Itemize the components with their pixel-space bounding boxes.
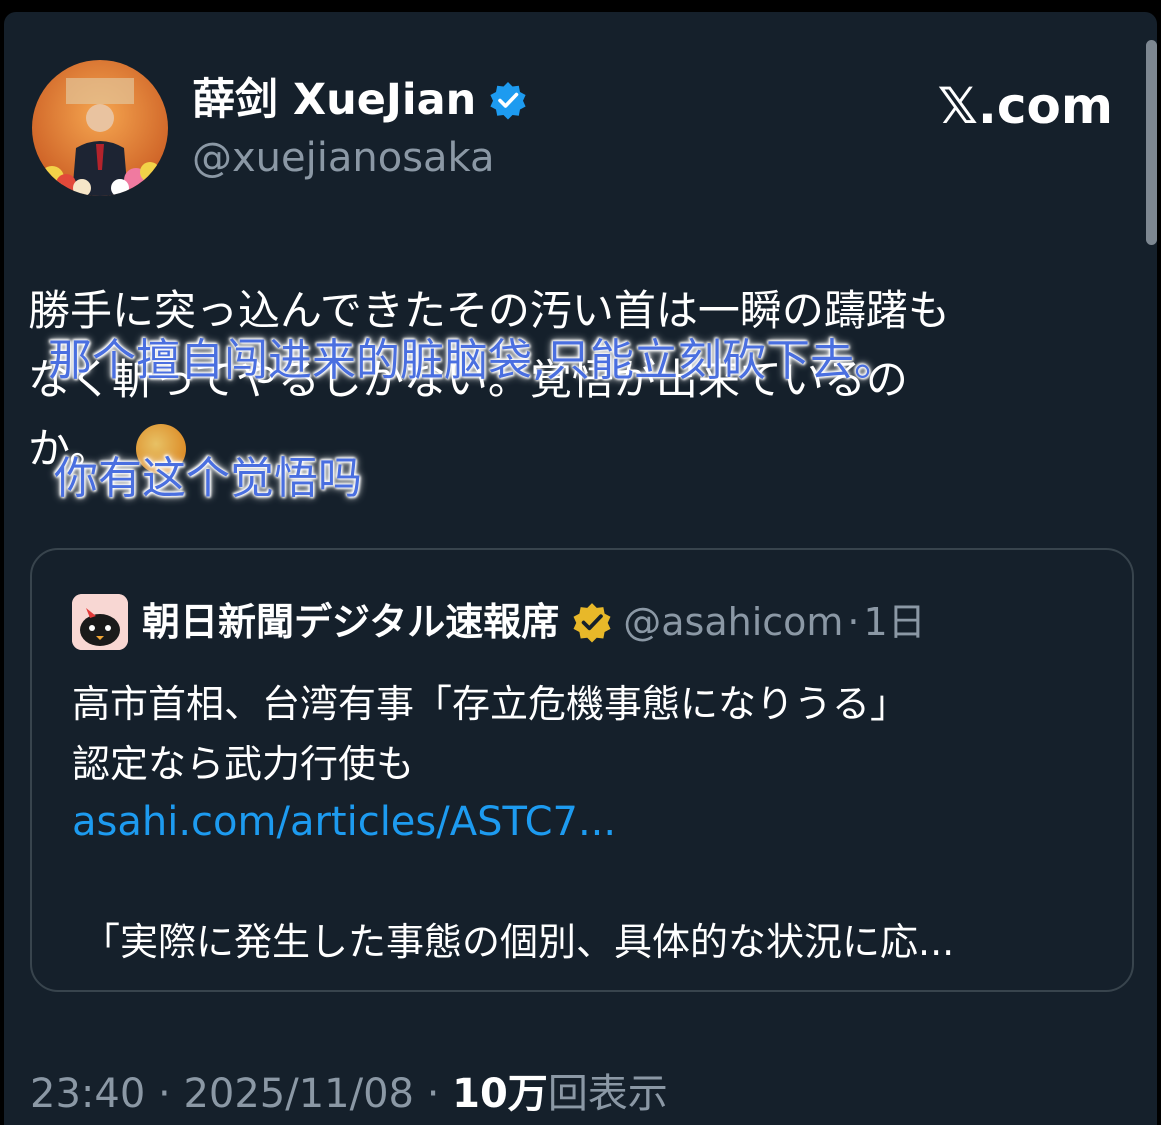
quoted-author-name[interactable]: 朝日新聞デジタル速報席 xyxy=(142,594,559,650)
translation-overlay-line-2: 你有这个觉悟吗 xyxy=(54,453,362,504)
quoted-handle[interactable]: @asahicom xyxy=(623,594,843,650)
quoted-tweet[interactable]: 朝日新聞デジタル速報席 @asahicom · 1日 高市首相、台湾有事「存立危… xyxy=(30,548,1134,992)
tweet-card: 薛剑 XueJian @xuejianosaka 𝕏.com 勝手に突っ込んでき… xyxy=(4,12,1157,1125)
quoted-avatar[interactable] xyxy=(72,594,128,650)
quoted-excerpt: 「実際に発生した事態の個別、具体的な状況に応... xyxy=(82,920,955,964)
quoted-header: 朝日新聞デジタル速報席 @asahicom · 1日 xyxy=(142,594,926,650)
verified-badge-icon xyxy=(490,82,526,120)
footer-dot: · xyxy=(158,1071,171,1117)
quoted-time[interactable]: 1日 xyxy=(864,594,926,650)
tweet-footer: 23:40 · 2025/11/08 · 10万回表示 xyxy=(30,1066,668,1122)
quoted-separator: · xyxy=(847,600,860,644)
author-name[interactable]: 薛剑 XueJian xyxy=(192,74,476,126)
views-count: 10万 xyxy=(452,1071,548,1117)
author-handle[interactable]: @xuejianosaka xyxy=(192,134,495,182)
views-label: 回表示 xyxy=(547,1071,668,1117)
quoted-text: 高市首相、台湾有事「存立危機事態になりうる」 認定なら武力行使も xyxy=(72,682,909,786)
translation-overlay-line-1: 那个擅自闯进来的脏脑袋,只能立刻砍下去。 xyxy=(48,335,898,386)
gold-verified-badge-icon xyxy=(573,603,611,643)
tweet-date[interactable]: 2025/11/08 xyxy=(183,1071,414,1117)
tweet-time[interactable]: 23:40 xyxy=(30,1071,145,1117)
site-label: 𝕏.com xyxy=(937,77,1113,135)
avatar[interactable] xyxy=(32,60,168,196)
quoted-link[interactable]: asahi.com/articles/ASTC7... xyxy=(72,794,616,850)
scrollbar[interactable] xyxy=(1146,40,1157,245)
footer-dot-2: · xyxy=(426,1071,440,1117)
author-name-row[interactable]: 薛剑 XueJian xyxy=(192,74,528,126)
